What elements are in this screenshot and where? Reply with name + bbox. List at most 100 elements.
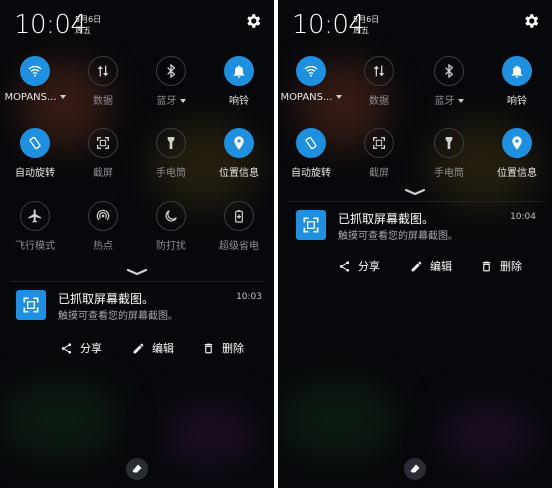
tile-flashlight[interactable]: 手电筒 <box>418 128 480 179</box>
tile-ringer[interactable]: 响铃 <box>208 56 270 107</box>
screenshot-icon <box>364 128 394 158</box>
tile-mobile-data[interactable]: 数据 <box>72 56 134 107</box>
tile-screenshot[interactable]: 截屏 <box>348 128 410 179</box>
delete-button[interactable]: 删除 <box>480 258 522 274</box>
mobile-data-icon <box>364 56 394 86</box>
auto-rotate-icon <box>296 128 326 158</box>
caret-down-icon <box>457 99 464 103</box>
tile-label: 截屏 <box>93 168 113 179</box>
edit-label: 编辑 <box>152 342 174 355</box>
location-icon <box>502 128 532 158</box>
tile-label: 响铃 <box>229 96 249 107</box>
bell-icon <box>224 56 254 86</box>
tile-battery-saver[interactable]: 超级省电 <box>208 201 270 252</box>
collapse-chevron-icon[interactable] <box>126 268 148 276</box>
tile-flashlight[interactable]: 手电筒 <box>140 128 202 179</box>
auto-rotate-icon <box>20 128 50 158</box>
flashlight-icon <box>156 128 186 158</box>
edit-button[interactable]: 编辑 <box>410 258 452 274</box>
tile-label: 位置信息 <box>219 168 259 179</box>
tile-bluetooth[interactable]: 蓝牙 <box>418 56 480 107</box>
divider <box>10 281 264 282</box>
tile-label: 热点 <box>93 241 113 252</box>
screenshot-icon <box>16 290 46 320</box>
moon-icon <box>156 201 186 231</box>
bluetooth-icon <box>156 56 186 86</box>
screenshot-icon <box>88 128 118 158</box>
notification-time: 10:04 <box>510 212 536 222</box>
tile-label: 蓝牙 <box>140 92 202 107</box>
tile-label: 飞行模式 <box>15 241 55 252</box>
settings-gear-icon[interactable] <box>244 12 262 30</box>
wifi-icon <box>296 56 326 86</box>
tile-label: 截屏 <box>369 168 389 179</box>
delete-button[interactable]: 删除 <box>202 340 244 356</box>
tile-ringer[interactable]: 响铃 <box>486 56 548 107</box>
tile-label: 防打扰 <box>156 241 186 252</box>
weekday-text: 周五 <box>353 26 369 35</box>
notification-actions: 分享 编辑 删除 <box>294 258 540 278</box>
tile-label: 数据 <box>93 96 113 107</box>
share-label: 分享 <box>80 342 102 355</box>
date-text: 5月6日 <box>353 15 380 24</box>
bg-glow <box>278 380 398 460</box>
battery-saver-icon <box>224 201 254 231</box>
hotspot-icon <box>88 201 118 231</box>
tile-label: 蓝牙 <box>418 92 480 107</box>
tile-wifi[interactable]: MOPANS... <box>280 56 342 103</box>
screenshot-notification[interactable]: 已抓取屏幕截图。 触摸可查看您的屏幕截图。 10:04 <box>296 210 536 244</box>
eraser-icon <box>410 464 420 473</box>
location-icon <box>224 128 254 158</box>
screenshot-icon <box>296 210 326 240</box>
share-icon <box>61 342 72 354</box>
tile-airplane[interactable]: 飞行模式 <box>4 201 66 252</box>
bottom-handle-button[interactable] <box>126 458 148 480</box>
share-button[interactable]: 分享 <box>338 258 380 274</box>
notification-title: 已抓取屏幕截图。 <box>58 292 155 306</box>
mobile-data-icon <box>88 56 118 86</box>
tile-do-not-disturb[interactable]: 防打扰 <box>140 201 202 252</box>
notification-subtitle: 触摸可查看您的屏幕截图。 <box>58 311 178 322</box>
caret-down-icon <box>179 99 186 103</box>
tile-label: 自动旋转 <box>15 168 55 179</box>
tile-auto-rotate[interactable]: 自动旋转 <box>280 128 342 179</box>
wifi-icon <box>20 56 50 86</box>
tile-wifi[interactable]: MOPANS... <box>4 56 66 103</box>
tile-auto-rotate[interactable]: 自动旋转 <box>4 128 66 179</box>
screenshot-notification[interactable]: 已抓取屏幕截图。 触摸可查看您的屏幕截图。 10:03 <box>16 290 262 324</box>
caret-down-icon <box>59 95 66 99</box>
flashlight-icon <box>434 128 464 158</box>
eraser-icon <box>132 464 142 473</box>
notification-time: 10:03 <box>236 292 262 302</box>
pencil-icon <box>411 261 422 271</box>
tile-label: 响铃 <box>507 96 527 107</box>
bg-glow <box>0 380 120 460</box>
tile-mobile-data[interactable]: 数据 <box>348 56 410 107</box>
left-notification-shade: 10:04 5月6日 周五 MOPANS... 数据 蓝牙 响铃 自动旋转 截屏… <box>0 0 274 488</box>
notification-title: 已抓取屏幕截图。 <box>338 212 435 226</box>
delete-label: 删除 <box>222 342 244 355</box>
status-date: 5月6日 周五 <box>75 14 101 36</box>
status-date: 5月6日 周五 <box>353 14 379 36</box>
tile-screenshot[interactable]: 截屏 <box>72 128 134 179</box>
share-label: 分享 <box>358 260 380 273</box>
share-button[interactable]: 分享 <box>60 340 102 356</box>
tile-label: 手电筒 <box>156 168 186 179</box>
bell-icon <box>502 56 532 86</box>
pencil-icon <box>133 343 144 353</box>
tile-label: 手电筒 <box>434 168 464 179</box>
delete-label: 删除 <box>500 260 522 273</box>
trash-icon <box>204 343 213 353</box>
trash-icon <box>482 261 491 271</box>
divider <box>288 201 542 202</box>
tile-hotspot[interactable]: 热点 <box>72 201 134 252</box>
tile-bluetooth[interactable]: 蓝牙 <box>140 56 202 107</box>
expand-chevron-icon[interactable] <box>404 188 426 196</box>
notification-subtitle: 触摸可查看您的屏幕截图。 <box>338 231 458 242</box>
tile-location[interactable]: 位置信息 <box>486 128 548 179</box>
edit-button[interactable]: 编辑 <box>132 340 174 356</box>
settings-gear-icon[interactable] <box>522 12 540 30</box>
bottom-handle-button[interactable] <box>404 458 426 480</box>
tile-location[interactable]: 位置信息 <box>208 128 270 179</box>
right-notification-shade: 10:04 5月6日 周五 MOPANS... 数据 蓝牙 响铃 自动旋转 截屏… <box>278 0 552 488</box>
